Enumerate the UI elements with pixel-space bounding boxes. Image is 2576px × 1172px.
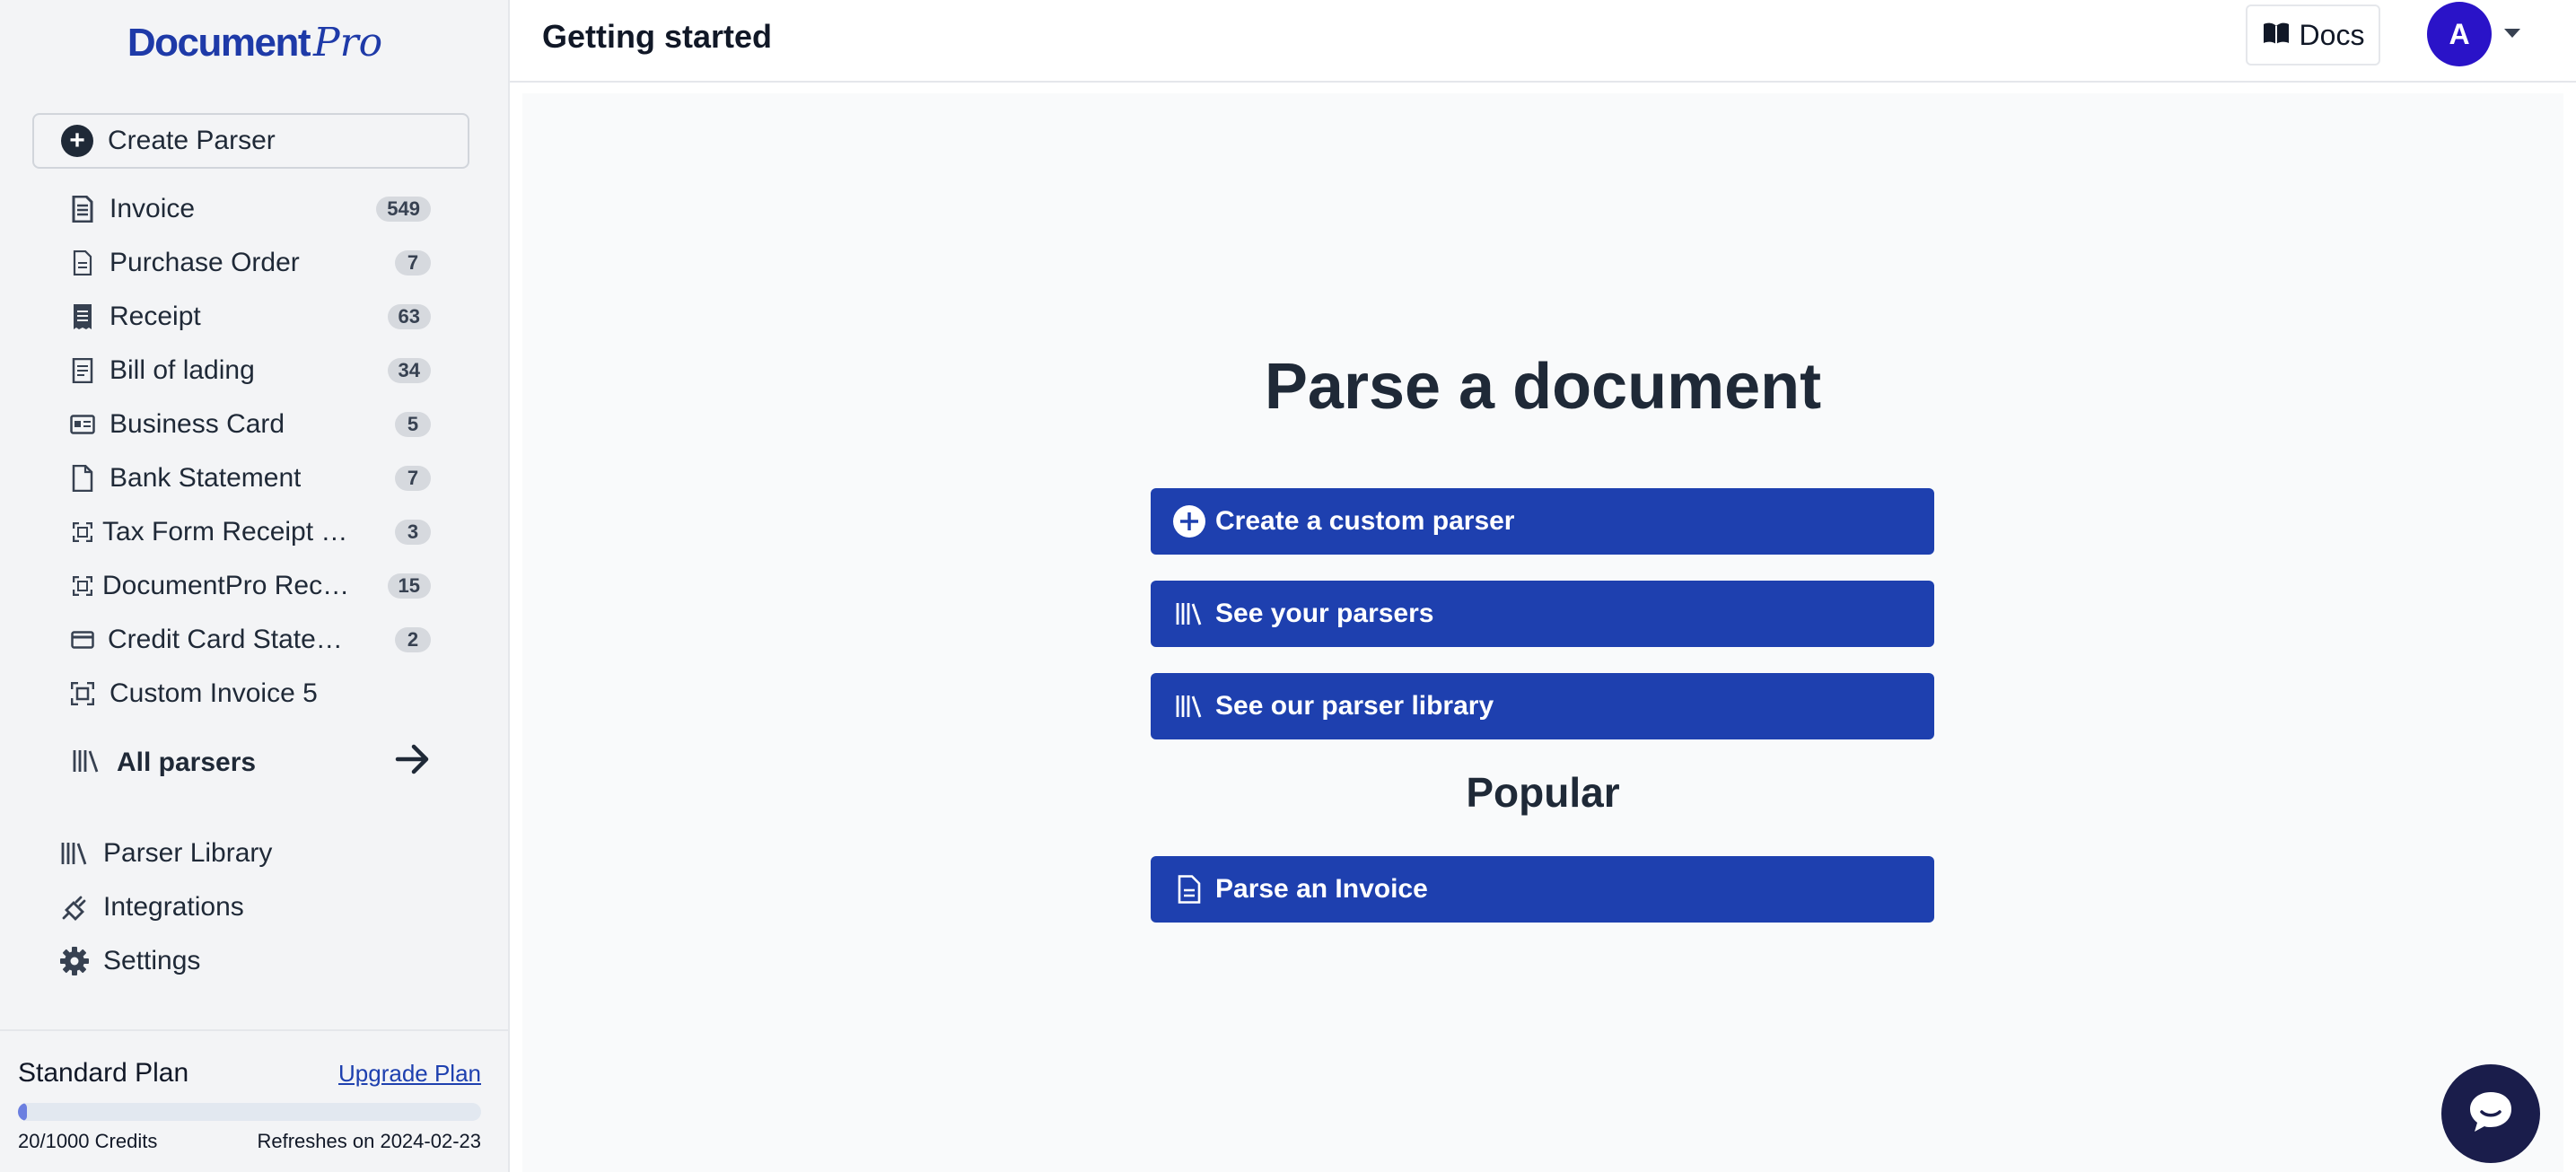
count-badge: 34 — [387, 358, 431, 383]
invoice-icon — [70, 195, 95, 223]
sidebar-item-custom-invoice-5[interactable]: Custom Invoice 5 — [0, 667, 510, 721]
receipt-icon — [70, 302, 95, 331]
library-icon — [1172, 689, 1206, 723]
sidebar-item-bill-of-lading[interactable]: Bill of lading 34 — [0, 344, 510, 398]
nav-parser-library[interactable]: Parser Library — [0, 827, 510, 879]
parser-label: Credit Card Statem... — [108, 625, 357, 654]
chat-launcher-button[interactable] — [2441, 1064, 2540, 1163]
scan-icon — [70, 679, 95, 708]
scan-icon — [70, 572, 95, 600]
sidebar-item-credit-card-statement[interactable]: Credit Card Statem... 2 — [0, 613, 510, 667]
main-content: Parse a document Create a custom parser … — [522, 93, 2563, 1172]
avatar[interactable]: A — [2427, 2, 2492, 66]
count-badge: 15 — [387, 573, 431, 599]
count-badge: 63 — [387, 304, 431, 329]
parser-list: Invoice 549 Purchase Order 7 Receipt 63 … — [0, 182, 510, 721]
parser-label: Tax Form Receipt C... — [102, 517, 352, 547]
sidebar-item-tax-form[interactable]: Tax Form Receipt C... 3 — [0, 505, 510, 559]
parser-label: Bill of lading — [110, 355, 255, 385]
plus-circle-icon — [1172, 504, 1206, 538]
parser-label: Purchase Order — [110, 248, 300, 277]
library-icon — [72, 748, 101, 778]
create-parser-label: Create Parser — [108, 126, 276, 155]
count-badge: 3 — [395, 520, 431, 545]
nav-label: Settings — [103, 946, 201, 975]
document-lines-icon — [70, 356, 95, 385]
action-label: Create a custom parser — [1215, 506, 1515, 536]
nav-label: Parser Library — [103, 838, 273, 868]
library-icon — [1172, 597, 1206, 631]
file-icon — [70, 464, 95, 493]
parser-label: Bank Statement — [110, 463, 302, 493]
count-badge: 549 — [376, 197, 431, 222]
count-badge: 5 — [395, 412, 431, 437]
see-parser-library-button[interactable]: See our parser library — [1151, 673, 1934, 739]
business-card-icon — [70, 410, 95, 439]
sidebar-item-receipt[interactable]: Receipt 63 — [0, 290, 510, 344]
arrow-right-icon — [395, 743, 431, 783]
book-open-icon — [2262, 22, 2291, 49]
parser-label: Invoice — [110, 194, 196, 223]
nav-settings[interactable]: Settings — [0, 935, 510, 987]
nav-label: Integrations — [103, 892, 244, 922]
credits-progress-fill — [18, 1103, 28, 1121]
sidebar-item-invoice[interactable]: Invoice 549 — [0, 182, 510, 236]
count-badge: 7 — [395, 250, 431, 276]
chat-icon — [2466, 1087, 2516, 1141]
action-label: Parse an Invoice — [1215, 874, 1428, 904]
sidebar-item-bank-statement[interactable]: Bank Statement 7 — [0, 451, 510, 505]
document-icon — [1172, 872, 1206, 906]
plan-panel: Standard Plan Upgrade Plan 20/1000 Credi… — [0, 1029, 508, 1172]
parse-invoice-button[interactable]: Parse an Invoice — [1151, 856, 1934, 923]
logo-suffix: Pro — [312, 20, 383, 66]
plug-icon — [59, 892, 90, 923]
count-badge: 7 — [395, 466, 431, 491]
logo-text: Document — [127, 21, 311, 65]
parser-label: Receipt — [110, 302, 201, 331]
nav-integrations[interactable]: Integrations — [0, 881, 510, 933]
main-title: Parse a document — [1264, 351, 1822, 423]
sidebar-item-purchase-order[interactable]: Purchase Order 7 — [0, 236, 510, 290]
parser-label: Custom Invoice 5 — [110, 678, 318, 708]
caret-down-icon[interactable] — [2504, 29, 2520, 38]
plan-name: Standard Plan — [18, 1058, 189, 1088]
logo[interactable]: DocumentPro — [0, 20, 510, 66]
parser-label: Business Card — [110, 409, 285, 439]
page-title: Getting started — [542, 18, 773, 55]
gear-icon — [59, 946, 90, 976]
plus-circle-icon: + — [61, 125, 93, 157]
all-parsers-label: All parsers — [117, 748, 257, 777]
document-icon — [70, 249, 95, 277]
refresh-date-label: Refreshes on 2024-02-23 — [257, 1130, 482, 1152]
create-parser-button[interactable]: + Create Parser — [32, 113, 469, 169]
parser-label: DocumentPro Recei... — [102, 571, 352, 600]
sidebar-item-business-card[interactable]: Business Card 5 — [0, 398, 510, 451]
sidebar: DocumentPro + Create Parser Invoice 549 … — [0, 0, 510, 1172]
all-parsers-link[interactable]: All parsers — [0, 734, 510, 792]
scan-icon — [70, 518, 95, 547]
top-header: Getting started Docs A — [510, 0, 2576, 83]
action-label: See your parsers — [1215, 599, 1434, 628]
see-your-parsers-button[interactable]: See your parsers — [1151, 581, 1934, 647]
credits-progress-bar — [18, 1103, 481, 1121]
docs-label: Docs — [2299, 18, 2365, 51]
sidebar-item-documentpro-receipt[interactable]: DocumentPro Recei... 15 — [0, 559, 510, 613]
library-icon — [59, 838, 90, 869]
count-badge: 2 — [395, 627, 431, 652]
popular-heading: Popular — [1466, 769, 1620, 816]
upgrade-plan-link[interactable]: Upgrade Plan — [338, 1060, 481, 1088]
action-label: See our parser library — [1215, 691, 1494, 721]
create-custom-parser-button[interactable]: Create a custom parser — [1151, 488, 1934, 555]
credits-label: 20/1000 Credits — [18, 1130, 158, 1152]
docs-button[interactable]: Docs — [2246, 4, 2380, 66]
credit-card-icon — [70, 625, 95, 654]
